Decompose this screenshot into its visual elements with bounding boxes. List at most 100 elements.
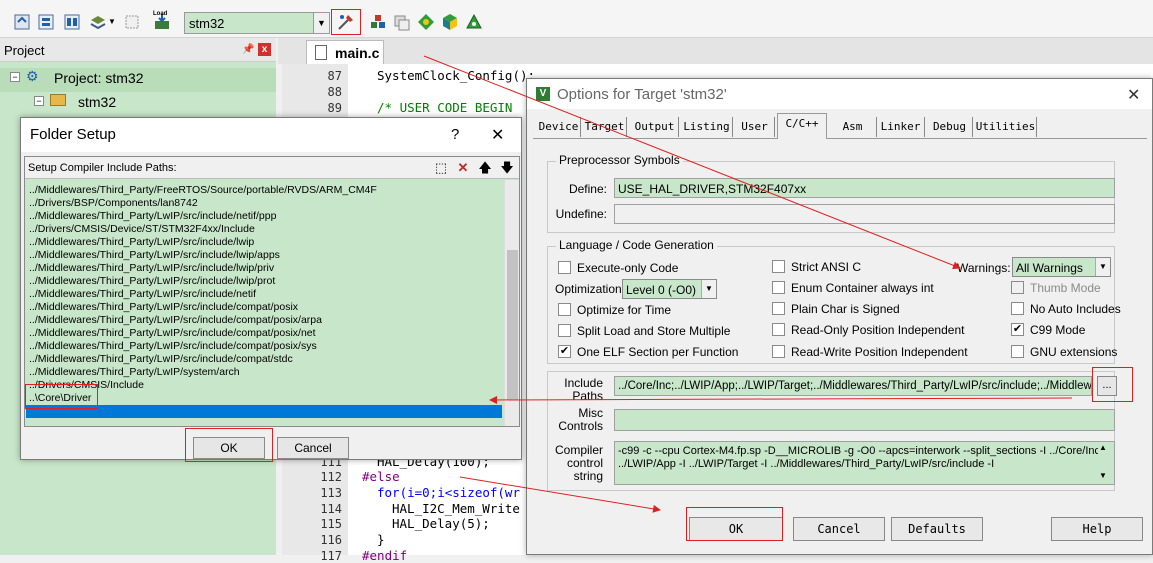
tab-main-c[interactable]: main.c [306, 40, 384, 64]
target-select-value: stm32 [189, 16, 225, 31]
chevron-up-icon[interactable]: ▲ [1099, 443, 1107, 452]
batch-build-icon[interactable] [88, 12, 108, 32]
line-number: 115 [320, 517, 342, 531]
execute-only-checkbox[interactable]: Execute-only Code [558, 260, 728, 276]
options-title-bar: V Options for Target 'stm32' ✕ [527, 79, 1152, 109]
scrollbar-thumb[interactable] [507, 250, 518, 400]
options-dialog: V Options for Target 'stm32' ✕ Device Ta… [526, 78, 1153, 555]
gnu-extensions-checkbox[interactable]: GNU extensions [1011, 344, 1121, 360]
build-icon[interactable] [36, 12, 56, 32]
list-item[interactable]: ../Middlewares/Third_Party/LwIP/src/incl… [29, 353, 293, 366]
move-up-icon[interactable]: 🡅 [477, 160, 493, 176]
tab-debug[interactable]: Debug [927, 117, 973, 137]
undefine-input[interactable] [614, 204, 1115, 224]
optimize-time-checkbox[interactable]: Optimize for Time [558, 302, 728, 318]
pack-installer-icon[interactable] [440, 12, 460, 32]
move-down-icon[interactable]: 🡇 [499, 160, 515, 176]
list-item[interactable]: ../Middlewares/Third_Party/LwIP/src/incl… [29, 210, 276, 223]
target-select[interactable]: stm32 ▼ [184, 12, 330, 34]
pin-icon[interactable]: 📌 [242, 44, 254, 55]
tab-user[interactable]: User [735, 117, 775, 137]
list-scrollbar[interactable] [504, 180, 519, 426]
list-item[interactable]: ../Middlewares/Third_Party/LwIP/src/incl… [29, 249, 280, 262]
list-item[interactable]: ../Middlewares/Third_Party/FreeRTOS/Sour… [29, 184, 377, 197]
code-line: #else [362, 469, 400, 484]
close-icon[interactable]: ✕ [1127, 85, 1140, 105]
file-extensions-icon[interactable] [392, 12, 412, 32]
tab-label: main.c [335, 45, 380, 61]
split-load-checkbox[interactable]: Split Load and Store Multiple [558, 323, 748, 339]
plain-char-checkbox[interactable]: Plain Char is Signed [772, 301, 942, 317]
optimization-label: Optimization: [555, 282, 626, 296]
warnings-select[interactable]: All Warnings ▼ [1012, 257, 1111, 277]
one-elf-checkbox[interactable]: ✔ One ELF Section per Function [558, 344, 748, 360]
tab-target[interactable]: Target [583, 117, 627, 137]
list-item[interactable]: ../Middlewares/Third_Party/LwIP/src/incl… [29, 340, 317, 353]
compiler-string-output: -c99 -c --cpu Cortex-M4.fp.sp -D__MICROL… [614, 441, 1115, 485]
list-item[interactable]: ../Middlewares/Third_Party/LwIP/src/incl… [29, 327, 316, 340]
c99-mode-checkbox[interactable]: ✔ C99 Mode [1011, 322, 1121, 338]
close-icon[interactable]: x [258, 43, 271, 56]
manage-components-icon[interactable] [368, 12, 388, 32]
thumb-mode-checkbox: Thumb Mode [1011, 280, 1121, 296]
keil-logo-icon: V [536, 87, 550, 101]
rte-icon[interactable] [464, 12, 484, 32]
tab-underline [533, 138, 1147, 139]
list-header-label: Setup Compiler Include Paths: [28, 162, 177, 174]
ro-position-checkbox[interactable]: Read-Only Position Independent [772, 322, 964, 338]
close-icon[interactable]: ✕ [491, 125, 504, 145]
options-defaults-button[interactable]: Defaults [891, 517, 983, 541]
list-item[interactable]: ../Middlewares/Third_Party/LwIP/src/incl… [29, 275, 275, 288]
new-folder-icon[interactable]: ⬚ [433, 160, 449, 176]
tab-asm[interactable]: Asm [829, 117, 877, 137]
list-item[interactable]: ../Middlewares/Third_Party/LwIP/src/incl… [29, 301, 298, 314]
chevron-down-icon[interactable]: ▼ [1099, 471, 1107, 480]
define-label: Define: [568, 182, 607, 196]
strict-ansi-checkbox[interactable]: Strict ANSI C [772, 259, 942, 275]
list-item[interactable]: ../Drivers/BSP/Components/lan8742 [29, 197, 198, 210]
editor-tab-bar [278, 38, 1153, 64]
enum-container-checkbox[interactable]: Enum Container always int [772, 280, 942, 296]
tab-output[interactable]: Output [631, 117, 679, 137]
include-paths-list[interactable]: Setup Compiler Include Paths: ⬚ ✕ 🡅 🡇 ..… [24, 156, 520, 427]
help-icon[interactable]: ? [451, 126, 459, 143]
no-auto-includes-checkbox[interactable]: No Auto Includes [1011, 301, 1121, 317]
list-item[interactable]: ../Middlewares/Third_Party/LwIP/src/incl… [29, 288, 256, 301]
rebuild-icon[interactable] [62, 12, 82, 32]
tab-c-cpp[interactable]: C/C++ [777, 113, 827, 139]
chevron-down-icon[interactable]: ▼ [313, 13, 329, 33]
tab-linker[interactable]: Linker [877, 117, 925, 137]
list-item[interactable]: ../Middlewares/Third_Party/LwIP/src/incl… [29, 262, 274, 275]
options-cancel-button[interactable]: Cancel [793, 517, 885, 541]
chevron-down-icon: ▼ [1095, 258, 1110, 276]
file-icon [315, 45, 327, 60]
stop-build-icon[interactable] [122, 12, 142, 32]
tab-utilities[interactable]: Utilities [975, 117, 1037, 137]
include-paths-list-header: Setup Compiler Include Paths: ⬚ ✕ 🡅 🡇 [25, 157, 519, 179]
warnings-label: Warnings: [957, 261, 1011, 275]
folder-cancel-button[interactable]: Cancel [277, 437, 349, 459]
code-line: SystemClock_Config(); [377, 68, 536, 83]
misc-controls-input[interactable] [614, 409, 1115, 431]
rw-position-checkbox[interactable]: Read-Write Position Independent [772, 344, 968, 360]
list-item[interactable]: ../Middlewares/Third_Party/LwIP/src/incl… [29, 236, 254, 249]
compiler-string-label: Compiler control string [554, 443, 603, 483]
list-item[interactable]: ../Middlewares/Third_Party/LwIP/src/incl… [29, 314, 322, 327]
define-input[interactable]: USE_HAL_DRIVER,STM32F407xx [614, 178, 1115, 198]
collapse-icon[interactable]: − [10, 72, 20, 82]
include-paths-label: Include Paths [564, 376, 603, 403]
tab-listing[interactable]: Listing [681, 117, 733, 137]
highlight-box-ok [686, 507, 783, 541]
select-packs-icon[interactable] [416, 12, 436, 32]
translate-icon[interactable] [12, 12, 32, 32]
list-item[interactable]: ../Drivers/CMSIS/Device/ST/STM32F4xx/Inc… [29, 223, 255, 236]
batch-dropdown-icon[interactable]: ▼ [108, 17, 116, 26]
delete-icon[interactable]: ✕ [455, 160, 471, 176]
list-item[interactable]: ../Middlewares/Third_Party/LwIP/system/a… [29, 366, 240, 379]
tab-device[interactable]: Device [537, 117, 581, 137]
compiler-string-line: ../LWIP/App -I ../LWIP/Target -I ../Midd… [618, 458, 995, 470]
optimization-select[interactable]: Level 0 (-O0) ▼ [622, 279, 717, 299]
options-help-button[interactable]: Help [1051, 517, 1143, 541]
collapse-icon[interactable]: − [34, 96, 44, 106]
include-paths-input[interactable]: ../Core/Inc;../LWIP/App;../LWIP/Target;.… [614, 376, 1092, 396]
